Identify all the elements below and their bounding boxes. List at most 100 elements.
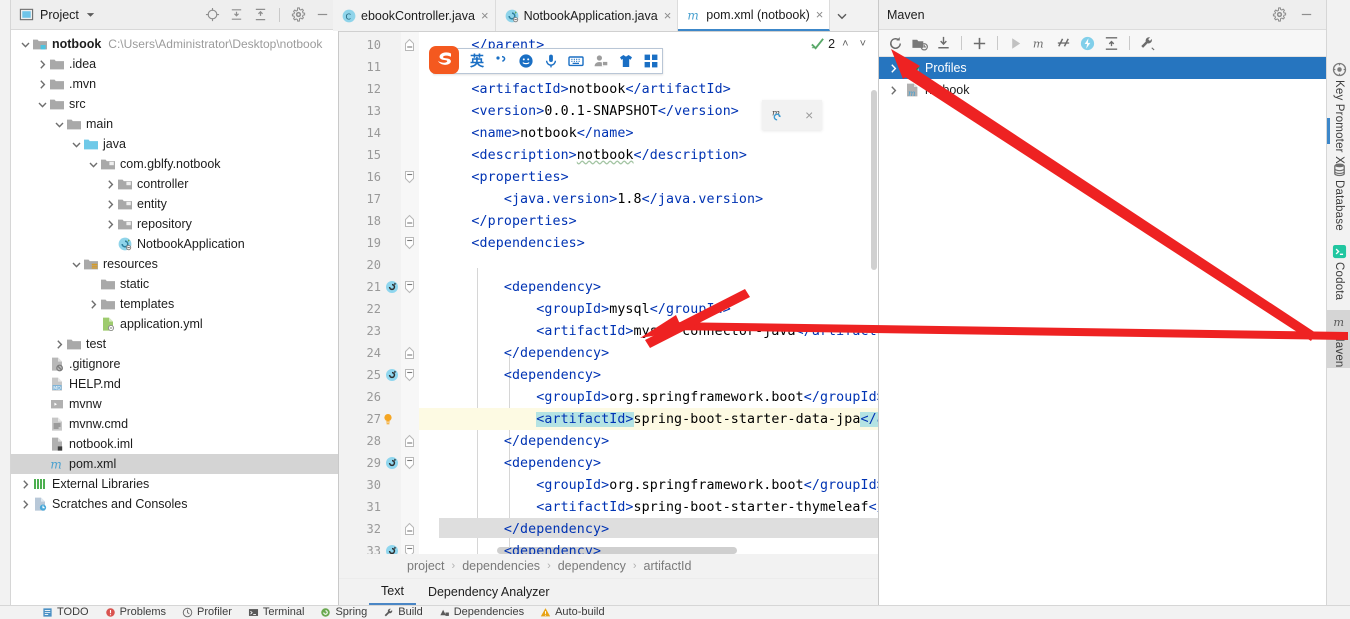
code-line[interactable]: 32 </dependency> <box>339 518 878 540</box>
fold-end-icon[interactable] <box>403 434 416 448</box>
code-line[interactable]: 17 <java.version>1.8</java.version> <box>339 188 878 210</box>
project-view-dropdown-icon[interactable] <box>85 9 96 20</box>
spring-bean-gutter-icon[interactable] <box>385 280 399 294</box>
fold-end-icon[interactable] <box>403 346 416 360</box>
sogou-ime-toolbar[interactable]: 英 <box>433 48 663 74</box>
code-text[interactable]: <properties> <box>439 170 878 185</box>
editor-tab-pom[interactable]: m pom.xml (notbook) × <box>678 0 831 31</box>
code-text[interactable]: <artifactId>spring-boot-starter-data-jpa… <box>439 411 878 427</box>
tree-item--idea[interactable]: .idea <box>11 54 338 74</box>
tree-twisty-right-icon[interactable] <box>104 178 117 191</box>
tree-item-pom-xml[interactable]: m pom.xml <box>11 454 338 474</box>
gear-icon[interactable] <box>291 7 306 22</box>
user-profile-icon[interactable] <box>593 53 609 69</box>
tree-item-main[interactable]: main <box>11 114 338 134</box>
toggle-skip-tests-icon[interactable] <box>1055 35 1072 52</box>
tree-item-java[interactable]: java <box>11 134 338 154</box>
code-editor[interactable]: 2 ˄ ˅ m × 10 </parent> 11 12 <artifactId… <box>339 32 878 554</box>
gear-icon[interactable] <box>1272 7 1287 22</box>
code-line[interactable]: 12 <artifactId>notbook</artifactId> <box>339 78 878 100</box>
run-maven-build-icon[interactable] <box>1007 35 1024 52</box>
code-line[interactable]: 19 <dependencies> <box>339 232 878 254</box>
tree-twisty-right-icon[interactable] <box>104 198 117 211</box>
breadcrumb-item[interactable]: dependencies <box>462 559 540 573</box>
status-bar-item-auto-build[interactable]: Auto-build <box>540 606 605 618</box>
status-bar-item-spring[interactable]: Spring <box>320 606 367 618</box>
right-tool-window-stripe[interactable]: Key Promoter X Database Codota m Maven <box>1326 0 1350 619</box>
close-tab-icon[interactable]: × <box>664 9 672 22</box>
tree-twisty-down-icon[interactable] <box>36 98 49 111</box>
code-text[interactable]: <description>notbook</description> <box>439 148 878 163</box>
hide-panel-icon[interactable] <box>315 7 330 22</box>
punctuation-icon[interactable] <box>493 53 509 69</box>
skin-icon[interactable] <box>618 53 634 69</box>
code-line[interactable]: 24 </dependency> <box>339 342 878 364</box>
status-bar-item-todo[interactable]: TODO <box>42 606 89 618</box>
breadcrumb[interactable]: project › dependencies › dependency › artifact… <box>339 554 878 578</box>
code-line[interactable]: 25 <dependency> <box>339 364 878 386</box>
status-bar-item-dependencies[interactable]: Dependencies <box>439 606 524 618</box>
fold-start-icon[interactable] <box>403 170 416 184</box>
status-bar-item-profiler[interactable]: Profiler <box>182 606 232 618</box>
code-line[interactable]: 15 <description>notbook</description> <box>339 144 878 166</box>
tool-window-button-key-promoter-x[interactable]: Key Promoter X <box>1327 58 1350 164</box>
previous-problem-button[interactable]: ˄ <box>838 38 852 50</box>
sogou-logo-icon[interactable] <box>428 44 462 76</box>
tree-item-external-libraries[interactable]: External Libraries <box>11 474 338 494</box>
tool-window-button-codota[interactable]: Codota <box>1327 240 1350 300</box>
intention-bulb-icon[interactable] <box>381 412 395 426</box>
editor-tab-notbookapplication[interactable]: NotbookApplication.java × <box>495 0 679 31</box>
tree-twisty-right-icon[interactable] <box>19 478 32 491</box>
code-line[interactable]: 21 <dependency> <box>339 276 878 298</box>
status-bar-item-problems[interactable]: Problems <box>105 606 166 618</box>
maven-tree[interactable]: Profiles m notbook <box>879 57 1326 101</box>
maven-reload-popup[interactable]: m × <box>762 100 822 130</box>
left-tool-window-stripe[interactable] <box>0 0 11 619</box>
tree-twisty-right-icon[interactable] <box>104 218 117 231</box>
tree-twisty-right-icon[interactable] <box>887 84 900 97</box>
status-bar-item-build[interactable]: Build <box>383 606 423 618</box>
tree-item-src[interactable]: src <box>11 94 338 114</box>
code-text[interactable]: <artifactId>mysql-connector-java</artifa… <box>439 324 878 339</box>
editor-tab-ebookcontroller[interactable]: CebookController.java × <box>333 0 496 31</box>
breadcrumb-item[interactable]: dependency <box>558 559 626 573</box>
fold-start-icon[interactable] <box>403 456 416 470</box>
tree-item-entity[interactable]: entity <box>11 194 338 214</box>
fold-end-icon[interactable] <box>403 522 416 536</box>
spring-bean-gutter-icon[interactable] <box>385 456 399 470</box>
tree-twisty-right-icon[interactable] <box>19 498 32 511</box>
generate-sources-icon[interactable] <box>911 35 928 52</box>
tree-twisty-down-icon[interactable] <box>70 138 83 151</box>
execute-maven-goal-icon[interactable]: m <box>1031 35 1048 52</box>
next-problem-button[interactable]: ˅ <box>856 38 870 50</box>
code-text[interactable]: <artifactId>spring-boot-starter-thymelea… <box>439 500 878 515</box>
chevron-down-icon[interactable] <box>830 0 854 31</box>
tree-item-help-md[interactable]: MD HELP.md <box>11 374 338 394</box>
code-text[interactable]: <java.version>1.8</java.version> <box>439 192 878 207</box>
tree-item-notbookapplication[interactable]: NotbookApplication <box>11 234 338 254</box>
code-text[interactable]: </dependency> <box>439 522 878 537</box>
tree-twisty-right-icon[interactable] <box>87 298 100 311</box>
maven-reload-icon[interactable]: m <box>771 107 788 124</box>
breadcrumb-item[interactable]: artifactId <box>644 559 692 573</box>
status-bar-item-terminal[interactable]: Terminal <box>248 606 304 618</box>
add-maven-project-icon[interactable] <box>971 35 988 52</box>
fold-start-icon[interactable] <box>403 544 416 554</box>
locate-icon[interactable] <box>205 7 220 22</box>
inspection-widget[interactable]: 2 ˄ ˅ <box>810 36 870 51</box>
editor-bottom-tab-dependency[interactable]: Dependency Analyzer <box>416 579 562 605</box>
tree-twisty-right-icon[interactable] <box>887 62 900 75</box>
close-icon[interactable]: × <box>805 107 813 123</box>
tree-item-templates[interactable]: templates <box>11 294 338 314</box>
fold-end-icon[interactable] <box>403 214 416 228</box>
tree-item-static[interactable]: static <box>11 274 338 294</box>
code-text[interactable]: <groupId>org.springframework.boot</group… <box>439 478 878 493</box>
tree-twisty-down-icon[interactable] <box>70 258 83 271</box>
tree-item-mvnw-cmd[interactable]: mvnw.cmd <box>11 414 338 434</box>
tree-item-notbook-iml[interactable]: notbook.iml <box>11 434 338 454</box>
code-text[interactable]: </dependency> <box>439 346 878 361</box>
tree-item-mvnw[interactable]: mvnw <box>11 394 338 414</box>
toggle-offline-mode-icon[interactable] <box>1079 35 1096 52</box>
tree-item-scratches-and-consoles[interactable]: Scratches and Consoles <box>11 494 338 514</box>
fold-start-icon[interactable] <box>403 236 416 250</box>
